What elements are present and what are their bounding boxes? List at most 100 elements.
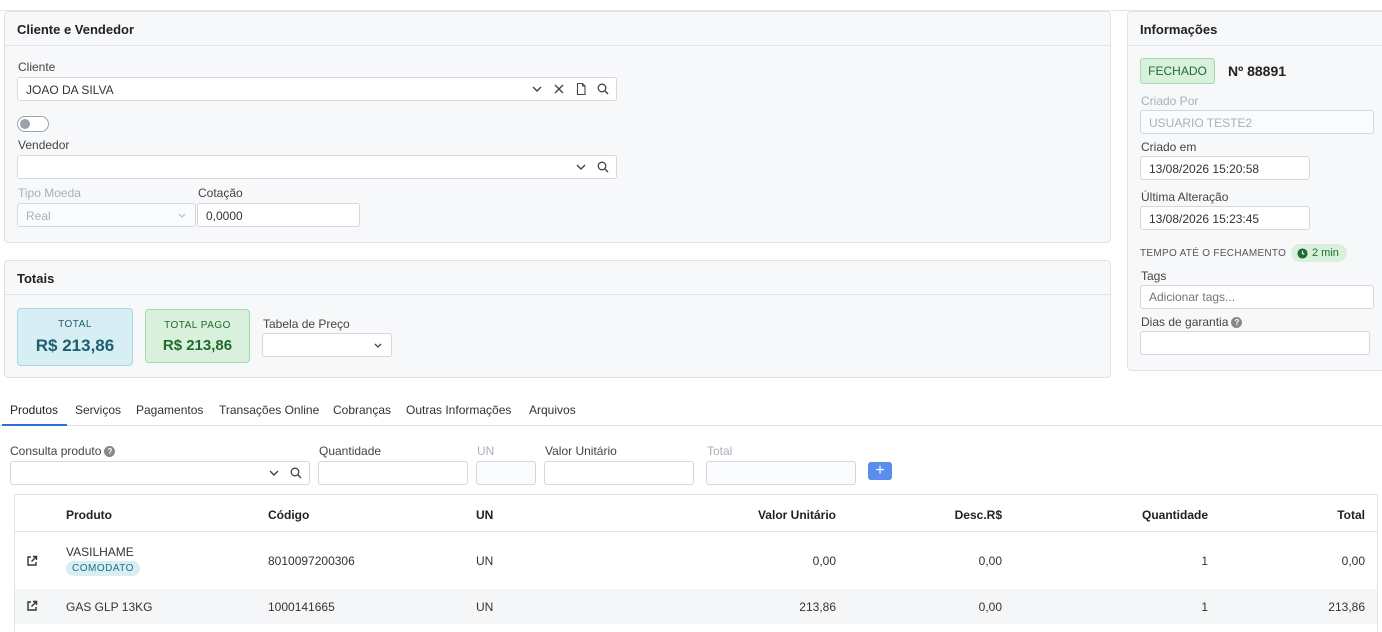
tabela-preco-select[interactable] [262, 333, 392, 357]
consulta-produto-label: Consulta produto? [10, 444, 116, 458]
vendedor-label: Vendedor [18, 138, 70, 152]
chevron-down-icon[interactable] [574, 160, 588, 174]
column-header[interactable]: Desc.R$ [955, 508, 1002, 522]
chevron-down-icon[interactable] [267, 466, 281, 480]
tempo-fechamento-badge: 2 min [1291, 244, 1347, 262]
products-table: Produto Código UN Valor Unitário Desc.R$… [14, 494, 1378, 632]
table-row[interactable]: VASILHAME COMODATO 8010097200306 UN 0,00… [15, 532, 1377, 588]
document-icon[interactable] [574, 82, 588, 96]
un-input [476, 461, 536, 485]
total-cell: 213,86 [1328, 600, 1365, 614]
valor-unitario-cell: 213,86 [799, 600, 836, 614]
dias-garantia-input[interactable] [1140, 331, 1370, 355]
toggle-switch[interactable] [17, 116, 49, 132]
valor-unitario-cell: 0,00 [812, 554, 836, 568]
column-header[interactable]: Produto [66, 508, 112, 522]
tab-outras-informacoes[interactable]: Outras Informações [406, 403, 511, 417]
cliente-value: JOAO DA SILVA [26, 83, 114, 97]
produto-cell: VASILHAME COMODATO [66, 545, 140, 576]
tipo-moeda-select: Real [17, 203, 196, 227]
total-entry-label: Total [707, 444, 733, 458]
column-header[interactable]: Total [1337, 508, 1365, 522]
criado-por-value: USUARIO TESTE2 [1149, 116, 1253, 130]
clear-icon[interactable] [552, 82, 566, 96]
codigo-cell: 8010097200306 [268, 554, 355, 568]
un-cell: UN [476, 554, 494, 568]
column-header[interactable]: Código [268, 508, 309, 522]
comodato-badge: COMODATO [66, 561, 140, 576]
desc-cell: 0,00 [978, 600, 1002, 614]
tab-pagamentos[interactable]: Pagamentos [136, 403, 203, 417]
tempo-fechamento-label: TEMPO ATÉ O FECHAMENTO [1140, 248, 1287, 259]
search-icon[interactable] [289, 466, 303, 480]
tags-input[interactable] [1140, 285, 1374, 309]
vendedor-select[interactable] [17, 155, 617, 179]
total-entry-input [706, 461, 856, 485]
produto-name: GAS GLP 13KG [66, 600, 153, 614]
panel-title: Informações [1128, 12, 1382, 46]
tab-bar: Produtos Serviços Pagamentos Transações … [0, 398, 1382, 426]
external-link-icon[interactable] [25, 599, 39, 613]
column-header[interactable]: Valor Unitário [758, 508, 836, 522]
un-cell: UN [476, 600, 494, 614]
quantidade-input[interactable] [318, 461, 468, 485]
criado-em-label: Criado em [1141, 140, 1197, 154]
total-card: TOTAL R$ 213,86 [17, 308, 133, 366]
tags-label: Tags [1141, 269, 1167, 283]
dias-garantia-text: Dias de garantia [1141, 315, 1229, 329]
valor-unitario-input[interactable] [544, 461, 694, 485]
cliente-label: Cliente [18, 60, 56, 74]
tab-cobrancas[interactable]: Cobranças [333, 403, 391, 417]
quantidade-label: Quantidade [319, 444, 382, 458]
quantidade-cell: 1 [1201, 554, 1208, 568]
total-pago-label: TOTAL PAGO [164, 320, 231, 331]
ultima-alteracao-value: 13/08/2026 15:23:45 [1149, 212, 1260, 226]
criado-por-label: Criado Por [1141, 94, 1199, 108]
criado-em-field[interactable]: 13/08/2026 15:20:58 [1140, 156, 1310, 180]
active-tab-indicator [2, 424, 67, 426]
criado-por-field: USUARIO TESTE2 [1140, 110, 1374, 134]
ultima-alteracao-field[interactable]: 13/08/2026 15:23:45 [1140, 206, 1310, 230]
valor-unitario-label: Valor Unitário [545, 444, 617, 458]
total-pago-card: TOTAL PAGO R$ 213,86 [145, 309, 250, 363]
panel-title: Cliente e Vendedor [5, 12, 1110, 46]
tab-servicos[interactable]: Serviços [75, 403, 121, 417]
external-link-icon[interactable] [25, 554, 39, 568]
chevron-down-icon [175, 208, 189, 222]
criado-em-value: 13/08/2026 15:20:58 [1149, 162, 1260, 176]
quantidade-cell: 1 [1201, 600, 1208, 614]
search-icon[interactable] [596, 160, 610, 174]
add-product-button[interactable]: + [868, 462, 892, 480]
total-value: R$ 213,86 [35, 336, 115, 355]
cliente-select[interactable]: JOAO DA SILVA [17, 77, 617, 101]
toggle-knob [20, 119, 30, 129]
cotacao-input[interactable]: 0,0000 [197, 203, 360, 227]
clock-icon [1297, 247, 1308, 259]
cotacao-value: 0,0000 [206, 209, 243, 223]
tipo-moeda-value: Real [26, 209, 51, 223]
table-row[interactable]: GAS GLP 13KG 1000141665 UN 213,86 0,00 1… [15, 589, 1377, 624]
consulta-produto-select[interactable] [10, 461, 310, 485]
column-header[interactable]: Quantidade [1142, 508, 1208, 522]
desc-cell: 0,00 [978, 554, 1002, 568]
tipo-moeda-label: Tipo Moeda [18, 186, 81, 200]
tab-produtos[interactable]: Produtos [10, 403, 58, 417]
help-icon[interactable]: ? [104, 446, 116, 457]
chevron-down-icon[interactable] [530, 82, 544, 96]
help-icon[interactable]: ? [1231, 317, 1243, 328]
cotacao-label: Cotação [198, 186, 243, 200]
ultima-alteracao-label: Última Alteração [1141, 190, 1229, 204]
produto-name: VASILHAME [66, 545, 134, 559]
chevron-down-icon[interactable] [371, 338, 385, 352]
codigo-cell: 1000141665 [268, 600, 335, 614]
tab-arquivos[interactable]: Arquivos [529, 403, 576, 417]
tab-transacoes-online[interactable]: Transações Online [219, 403, 319, 417]
dias-garantia-label: Dias de garantia? [1141, 315, 1243, 329]
total-pago-value: R$ 213,86 [162, 337, 233, 354]
panel-title: Totais [5, 261, 1110, 295]
column-header[interactable]: UN [476, 508, 493, 522]
tempo-fechamento-value: 2 min [1312, 247, 1339, 259]
status-badge: FECHADO [1140, 58, 1215, 84]
total-cell: 0,00 [1341, 554, 1365, 568]
search-icon[interactable] [596, 82, 610, 96]
